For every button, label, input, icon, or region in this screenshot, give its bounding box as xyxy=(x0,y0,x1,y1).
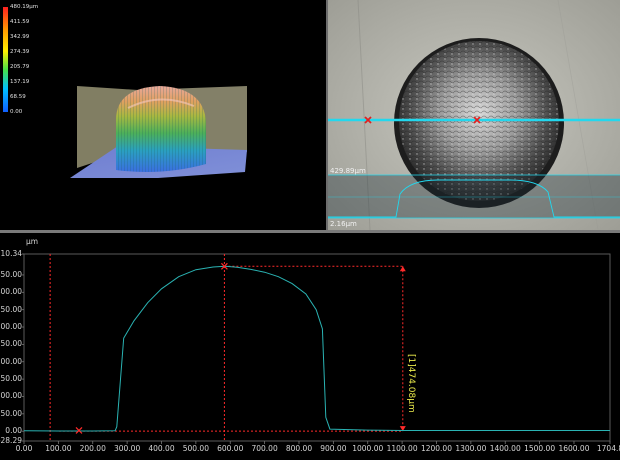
height-measure xyxy=(58,265,406,432)
colorbar-label: 205.79 xyxy=(10,64,30,70)
colorbar-label: 68.59 xyxy=(10,94,26,100)
height-readout: 429.89μm xyxy=(330,167,366,175)
colorbar-label: 274.39 xyxy=(10,49,30,55)
height-measure-label: [1]474.08μm xyxy=(405,354,416,413)
colorbar-label: 411.59 xyxy=(10,19,30,25)
colorbar-label: 480.19μm xyxy=(10,4,39,10)
camera-view-panel[interactable]: 429.89μm 2.16μm xyxy=(328,0,620,230)
colorbar-label: 342.99 xyxy=(10,34,30,40)
colorbar-label: 0.00 xyxy=(10,109,23,115)
profile-markers[interactable] xyxy=(75,262,228,434)
plot-frame xyxy=(23,253,611,442)
profile-chart[interactable] xyxy=(0,233,620,460)
3d-surface-view[interactable] xyxy=(0,0,326,230)
profile-line xyxy=(23,265,610,432)
depth-readout: 2.16μm xyxy=(330,220,357,228)
3d-view-panel[interactable]: 480.19μm 411.59 342.99 274.39 205.79 137… xyxy=(0,0,326,230)
colorbar-label: 137.19 xyxy=(10,79,30,85)
profile-overlay-box xyxy=(328,175,620,218)
profile-marker[interactable] xyxy=(75,427,83,434)
measure-arrow-top xyxy=(399,266,406,272)
cursor-lines[interactable] xyxy=(49,254,225,441)
color-scale-bar xyxy=(3,7,8,112)
camera-image[interactable] xyxy=(328,0,620,230)
profile-panel[interactable]: 510.34 450.00 400.00 350.00 300.00 250.0… xyxy=(0,233,620,460)
